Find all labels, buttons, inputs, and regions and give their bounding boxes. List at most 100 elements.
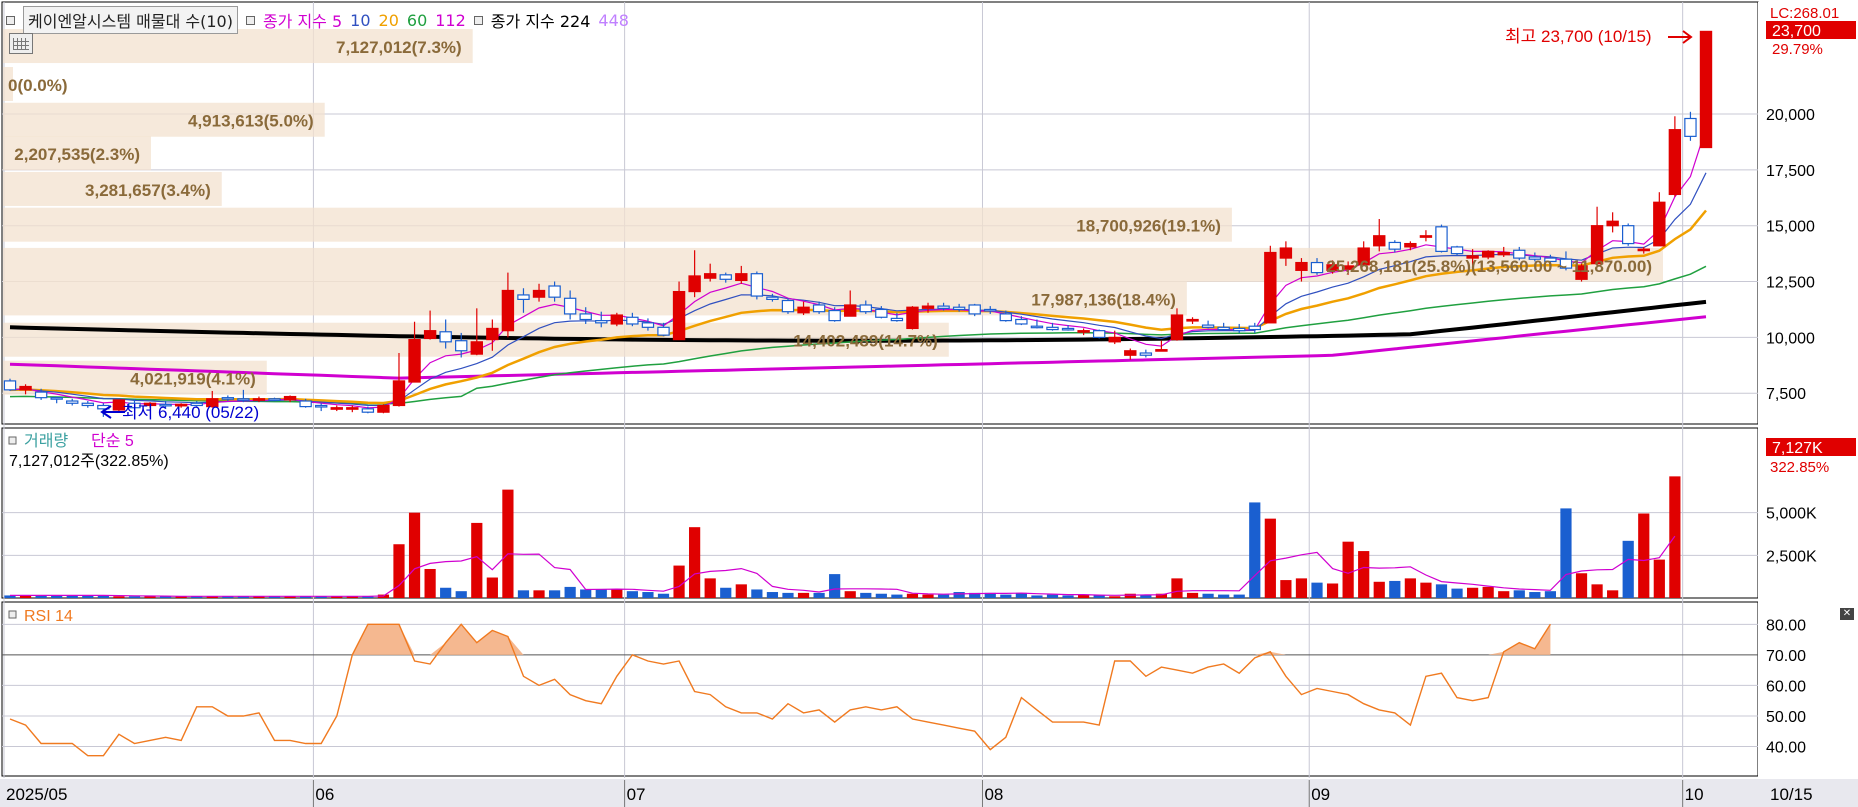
candle-body xyxy=(1248,325,1261,331)
volume-bar xyxy=(937,594,950,598)
volume-bar xyxy=(1560,508,1572,598)
candle-body xyxy=(283,395,297,401)
rsi-box-icon xyxy=(8,610,17,619)
candle-body xyxy=(1637,248,1650,252)
volume-current-value: 7,127K xyxy=(1772,440,1823,457)
candle-body xyxy=(828,309,841,322)
volume-bar xyxy=(1498,591,1510,598)
candle-body xyxy=(299,400,312,408)
ma-label[interactable]: 종가 지수 5 xyxy=(263,8,342,32)
price-tick-label: 10,000 xyxy=(1766,330,1815,347)
candle-body xyxy=(1030,325,1044,329)
volume-bar xyxy=(735,584,747,598)
candle-body xyxy=(1264,251,1277,324)
candle-body xyxy=(579,313,592,321)
volume-bar xyxy=(673,565,685,598)
candle-body xyxy=(455,340,468,352)
volume-bar xyxy=(813,592,825,598)
volume-bar xyxy=(860,592,872,598)
volume-bar xyxy=(1638,513,1650,598)
volume-bar xyxy=(1124,593,1136,598)
candle-body xyxy=(657,326,670,336)
candle-body xyxy=(252,398,266,401)
volume-bar xyxy=(408,512,421,598)
volume-bar xyxy=(1591,584,1603,598)
stock-name[interactable]: 케이엔알시스템 매물대 수(10) xyxy=(23,6,238,34)
candle-body xyxy=(906,306,919,330)
volume-profile-label: 25,268,181(25.8%)(13,560.00 ~ 11,870.00) xyxy=(1326,257,1652,276)
volume-bar xyxy=(611,589,623,598)
candle-body xyxy=(703,273,717,279)
candle-body xyxy=(968,304,981,315)
candle-body xyxy=(486,327,499,341)
volume-bar xyxy=(720,587,732,598)
ma-box-icon xyxy=(245,15,255,25)
volume-bar xyxy=(642,592,654,598)
volume-bar xyxy=(1202,593,1214,598)
candle-body xyxy=(890,317,904,322)
candle-body xyxy=(1279,247,1293,259)
candle-body xyxy=(1233,327,1246,332)
rsi-close-icon[interactable]: ✕ xyxy=(1840,608,1854,620)
legend-box-icon xyxy=(6,15,15,25)
volume-bar xyxy=(1467,587,1479,598)
candle-body xyxy=(984,308,997,312)
candle-body xyxy=(641,322,655,328)
rsi-tick-label: 80.00 xyxy=(1766,617,1806,634)
candle-body xyxy=(221,397,235,400)
ma-period-10[interactable]: 10 xyxy=(350,11,370,30)
volume-bar xyxy=(1109,596,1121,598)
candle-body xyxy=(470,341,483,355)
calendar-icon[interactable] xyxy=(9,33,33,54)
candle-body xyxy=(1155,349,1168,352)
low-annotation: 최저 6,440 (05/22) xyxy=(122,403,259,422)
candle-body xyxy=(750,273,764,297)
volume-profile-bar xyxy=(3,281,1187,316)
candle-body xyxy=(346,407,359,410)
volume-bar xyxy=(704,578,716,598)
price-tick-label: 15,000 xyxy=(1766,219,1815,236)
candle-body xyxy=(1373,235,1386,247)
volume-bar xyxy=(1622,540,1634,598)
candle-body xyxy=(1092,330,1106,338)
volume-profile-label: 3,281,657(3.4%) xyxy=(85,181,211,200)
ma2-label[interactable]: 종가 지수 224 xyxy=(491,8,591,32)
candle-body xyxy=(1404,242,1417,248)
candle-body xyxy=(423,330,437,340)
volume-bar xyxy=(922,594,934,598)
candle-body xyxy=(859,304,872,313)
volume-bar xyxy=(1342,541,1354,598)
volume-profile-label: 0(0.0%) xyxy=(8,76,68,95)
lc-label: LC:268.01 xyxy=(1770,5,1839,22)
candle-body xyxy=(1217,326,1230,331)
candle-body xyxy=(1077,330,1090,333)
x-tick-label: 10/15 xyxy=(1770,785,1813,804)
volume-bar xyxy=(1295,578,1308,598)
x-tick-label: 10 xyxy=(1685,785,1704,804)
candle-body xyxy=(781,299,795,313)
high-annotation: 최고 23,700 (10/15) xyxy=(1505,27,1652,46)
volume-bar xyxy=(1513,590,1525,598)
volume-bar xyxy=(564,586,576,598)
ma2-extra[interactable]: 448 xyxy=(598,11,629,30)
volume-bar xyxy=(1031,595,1043,598)
volume-bar xyxy=(1046,594,1059,598)
ma-period-112[interactable]: 112 xyxy=(435,11,466,30)
ma-period-20[interactable]: 20 xyxy=(379,11,399,30)
volume-bar xyxy=(766,592,779,598)
candle-body xyxy=(610,314,624,325)
candle-body xyxy=(937,305,950,309)
volume-bar xyxy=(1653,559,1665,598)
x-tick-label: 08 xyxy=(984,785,1003,804)
x-tick-label: 2025/05 xyxy=(6,785,67,804)
candle-body xyxy=(844,304,857,317)
volume-bar xyxy=(1311,582,1323,598)
volume-bar xyxy=(844,591,856,598)
volume-bar xyxy=(1544,591,1557,598)
candle-body xyxy=(1124,350,1137,356)
candle-body xyxy=(1201,324,1215,328)
ma-period-60[interactable]: 60 xyxy=(407,11,427,30)
volume-bar xyxy=(1171,578,1183,598)
volume-bar xyxy=(657,593,670,598)
volume-bar xyxy=(1575,573,1588,598)
